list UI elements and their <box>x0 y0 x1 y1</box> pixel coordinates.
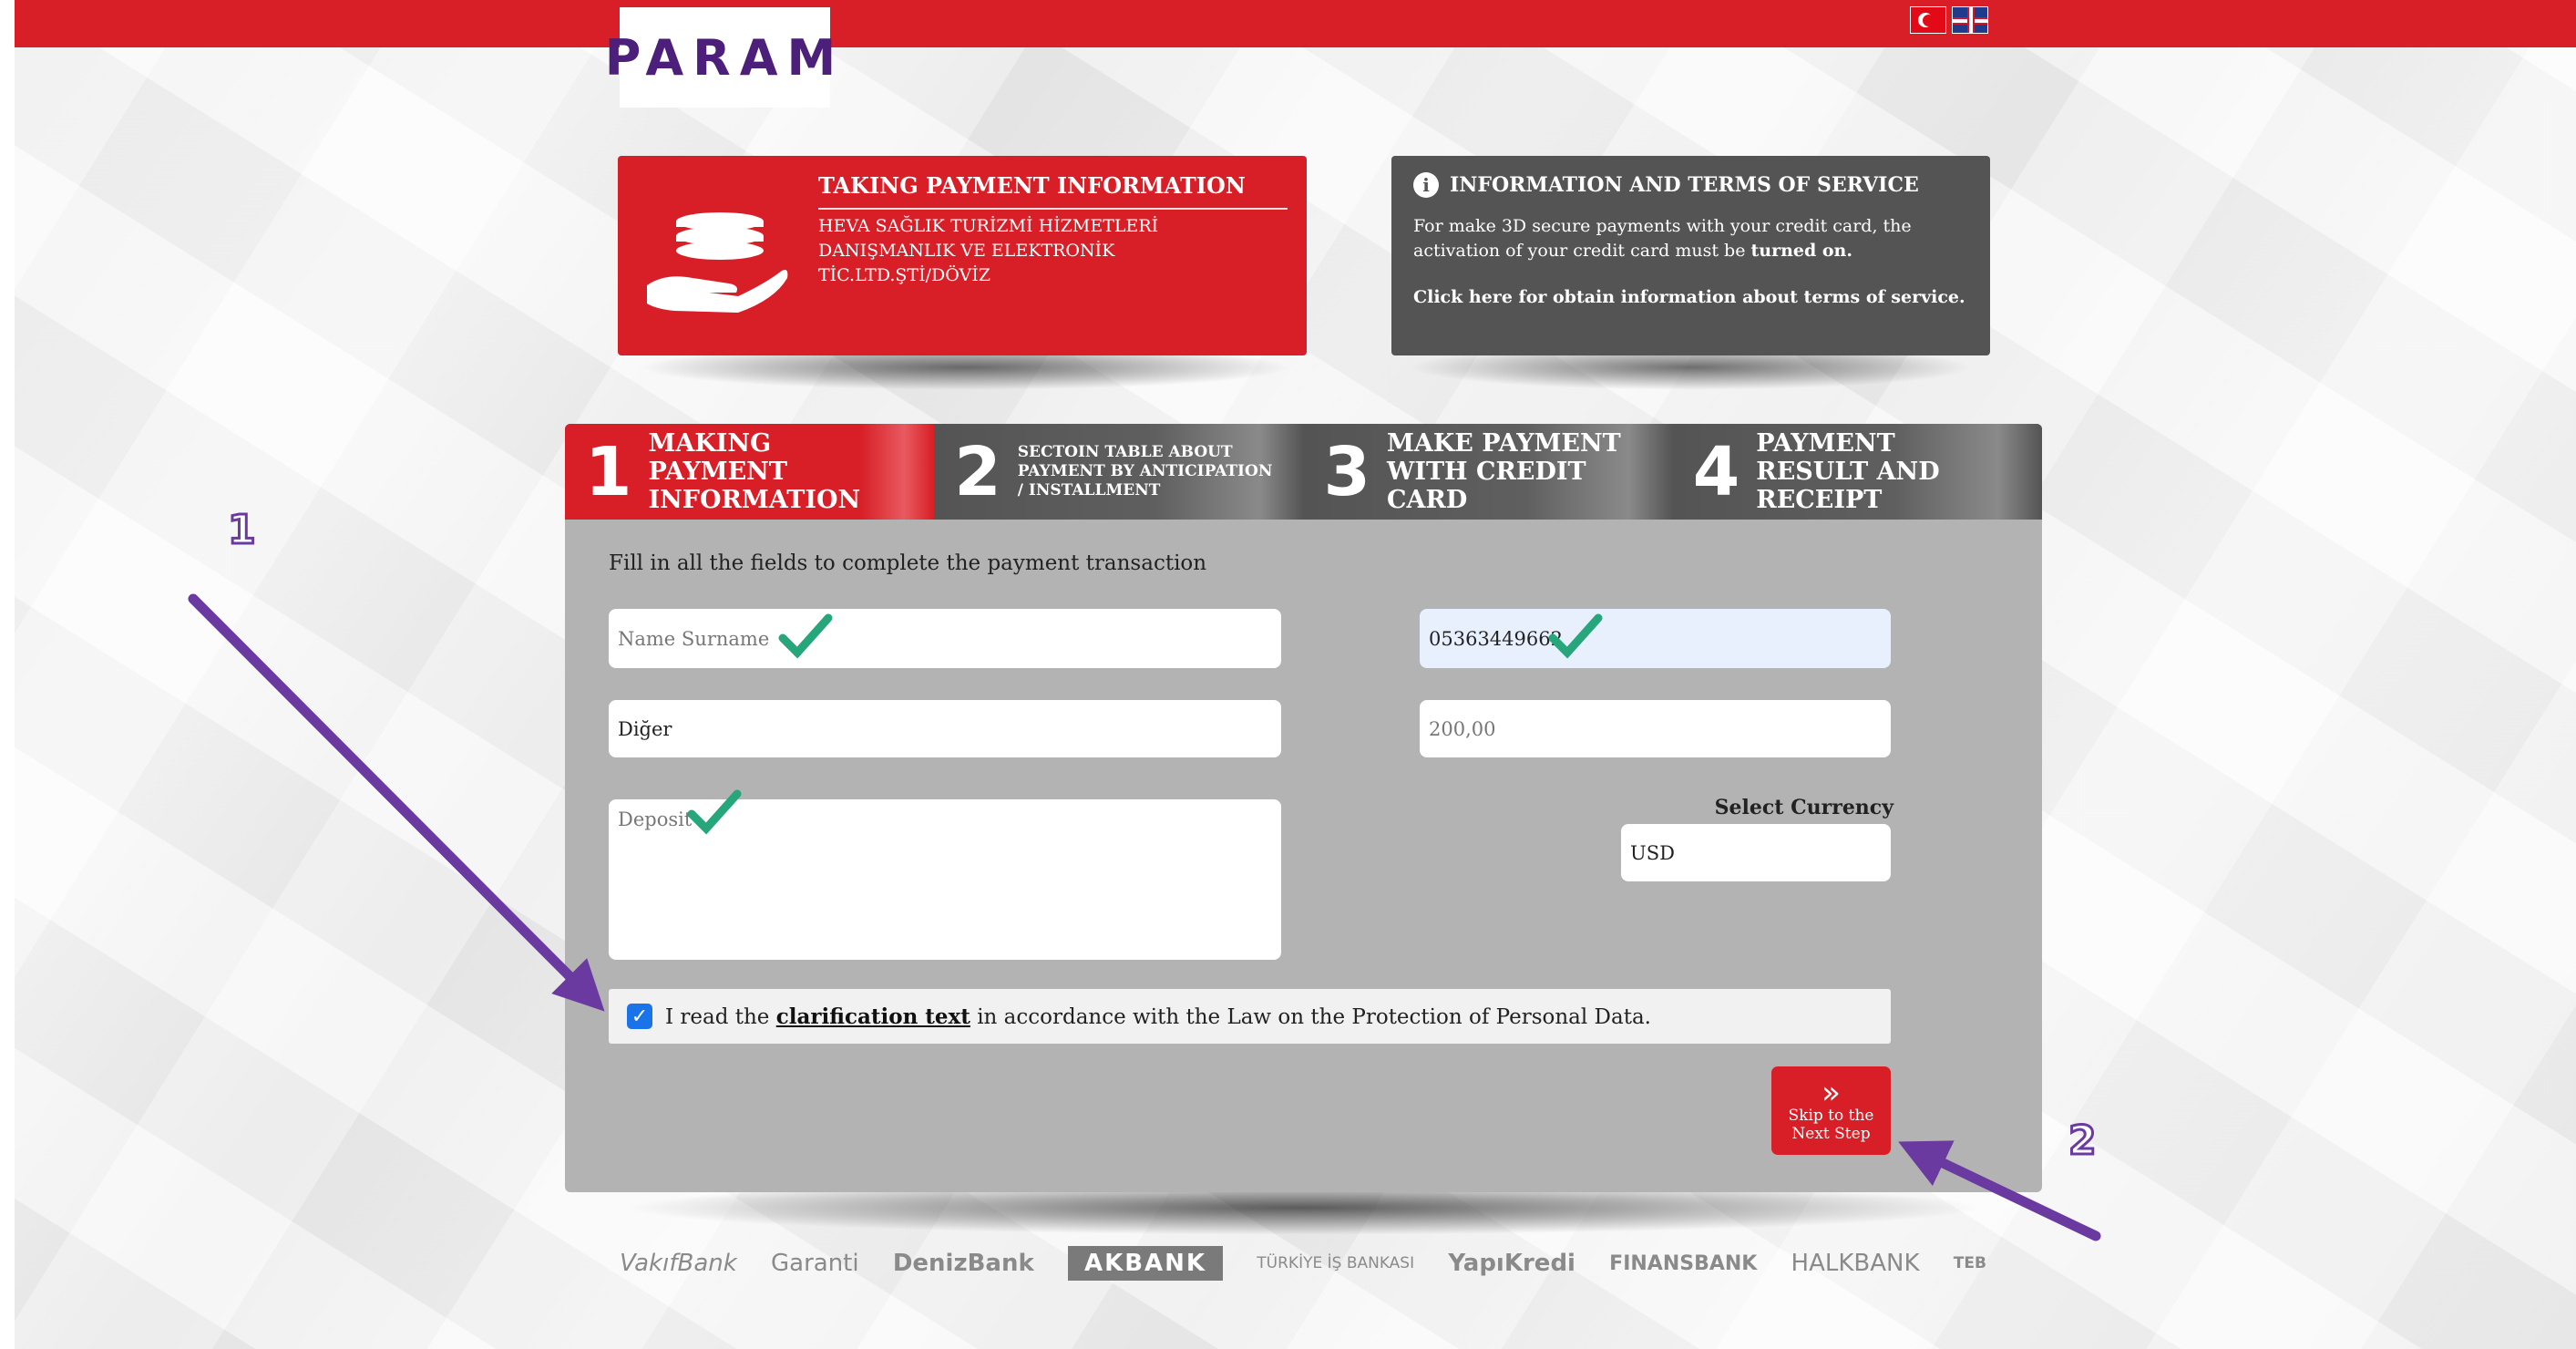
english-flag-icon[interactable] <box>1952 6 1988 34</box>
agreement-text: I read the clarification text in accorda… <box>665 1004 1651 1029</box>
checkmark-icon <box>687 789 742 835</box>
currency-label: Select Currency <box>1714 796 1894 819</box>
payment-card-title: TAKING PAYMENT INFORMATION <box>818 172 1288 210</box>
info-card-title: i INFORMATION AND TERMS OF SERVICE <box>1413 172 1919 198</box>
description-placeholder: Deposit <box>618 808 693 830</box>
annotation-marker-1: 1 <box>227 506 258 555</box>
agreement-text-before: I read the <box>665 1004 776 1029</box>
step-number: 4 <box>1692 432 1740 511</box>
checkmark-icon <box>1548 613 1603 659</box>
bank-logo-halkbank: HALKBANK <box>1791 1250 1920 1277</box>
step-label: MAKING PAYMENT INFORMATION <box>648 429 861 514</box>
step-number: 2 <box>954 432 1001 511</box>
bank-logos: VakıfBank Garanti DenizBank AKBANK TÜRKİ… <box>620 1236 1986 1291</box>
clarification-text-link[interactable]: clarification text <box>776 1004 970 1029</box>
step-3[interactable]: 3 MAKE PAYMENT WITH CREDIT CARD <box>1303 424 1673 520</box>
currency-select[interactable]: USD <box>1621 824 1891 881</box>
payment-type-value: Diğer <box>618 717 672 740</box>
phone-value: 05363449662 <box>1429 627 1563 650</box>
info-terms-card: i INFORMATION AND TERMS OF SERVICE For m… <box>1391 156 1990 355</box>
step-label: PAYMENT RESULT AND RECEIPT <box>1756 429 1940 514</box>
step-label: SECTOIN TABLE ABOUT PAYMENT BY ANTICIPAT… <box>1017 443 1273 499</box>
step-2[interactable]: 2 SECTOIN TABLE ABOUT PAYMENT BY ANTICIP… <box>934 424 1304 520</box>
step-tabs: 1 MAKING PAYMENT INFORMATION 2 SECTOIN T… <box>565 424 2042 520</box>
step-1[interactable]: 1 MAKING PAYMENT INFORMATION <box>565 424 935 520</box>
info-title-text: INFORMATION AND TERMS OF SERVICE <box>1450 173 1919 197</box>
annotation-marker-2: 2 <box>2068 1117 2099 1166</box>
bank-logo-denizbank: DenizBank <box>892 1250 1034 1277</box>
turkish-flag-icon[interactable] <box>1910 6 1946 34</box>
terms-link[interactable]: Click here for obtain information about … <box>1413 287 1969 307</box>
agreement-text-after: in accordance with the Law on the Protec… <box>970 1004 1651 1029</box>
agreement-checkbox[interactable]: ✓ <box>627 1004 652 1029</box>
phone-input[interactable]: 05363449662 <box>1420 609 1891 668</box>
name-surname-input[interactable]: Name Surname <box>609 609 1281 668</box>
language-switcher <box>1910 6 1988 34</box>
currency-value: USD <box>1630 841 1675 864</box>
next-step-label-2: Next Step <box>1791 1124 1871 1143</box>
bank-logo-finansbank: FINANSBANK <box>1609 1251 1758 1275</box>
next-step-label-1: Skip to the <box>1788 1106 1874 1125</box>
bank-logo-teb: TEB <box>1953 1254 1986 1272</box>
bank-logo-garanti: Garanti <box>771 1250 859 1277</box>
step-label: MAKE PAYMENT WITH CREDIT CARD <box>1387 429 1621 514</box>
info-icon: i <box>1413 172 1439 198</box>
amount-input[interactable]: 200,00 <box>1420 700 1891 757</box>
hand-holding-money-icon <box>647 212 788 313</box>
payment-type-select[interactable]: Diğer <box>609 700 1281 757</box>
logo-text: PARAM <box>604 28 846 87</box>
param-logo[interactable]: PARAM <box>605 7 836 108</box>
step-4[interactable]: 4 PAYMENT RESULT AND RECEIPT <box>1672 424 2042 520</box>
payment-info-card: TAKING PAYMENT INFORMATION HEVA SAĞLIK T… <box>618 156 1307 355</box>
bank-logo-isbank: TÜRKİYE İŞ BANKASI <box>1257 1254 1415 1272</box>
merchant-name: HEVA SAĞLIK TURİZMİ HİZMETLERİ DANIŞMANL… <box>818 216 1159 285</box>
info-text-bold: turned on. <box>1750 241 1852 261</box>
top-bar <box>15 0 2576 47</box>
kvkk-agreement: ✓ I read the clarification text in accor… <box>609 989 1891 1044</box>
name-placeholder: Name Surname <box>618 627 770 650</box>
double-chevron-right-icon: » <box>1822 1074 1841 1111</box>
bank-logo-yapikredi: YapıKredi <box>1448 1250 1575 1277</box>
payment-form-panel: 1 MAKING PAYMENT INFORMATION 2 SECTOIN T… <box>565 424 2042 1192</box>
info-text: For make 3D secure payments with your cr… <box>1413 214 1969 263</box>
step-number: 1 <box>585 432 632 511</box>
bank-logo-akbank: AKBANK <box>1067 1246 1224 1281</box>
amount-placeholder: 200,00 <box>1429 717 1496 740</box>
step-number: 3 <box>1323 432 1371 511</box>
bank-logo-vakifbank: VakıfBank <box>620 1250 737 1277</box>
next-step-button[interactable]: » Skip to the Next Step <box>1771 1066 1891 1155</box>
form-intro-text: Fill in all the fields to complete the p… <box>609 551 1207 575</box>
checkmark-icon <box>778 613 833 659</box>
